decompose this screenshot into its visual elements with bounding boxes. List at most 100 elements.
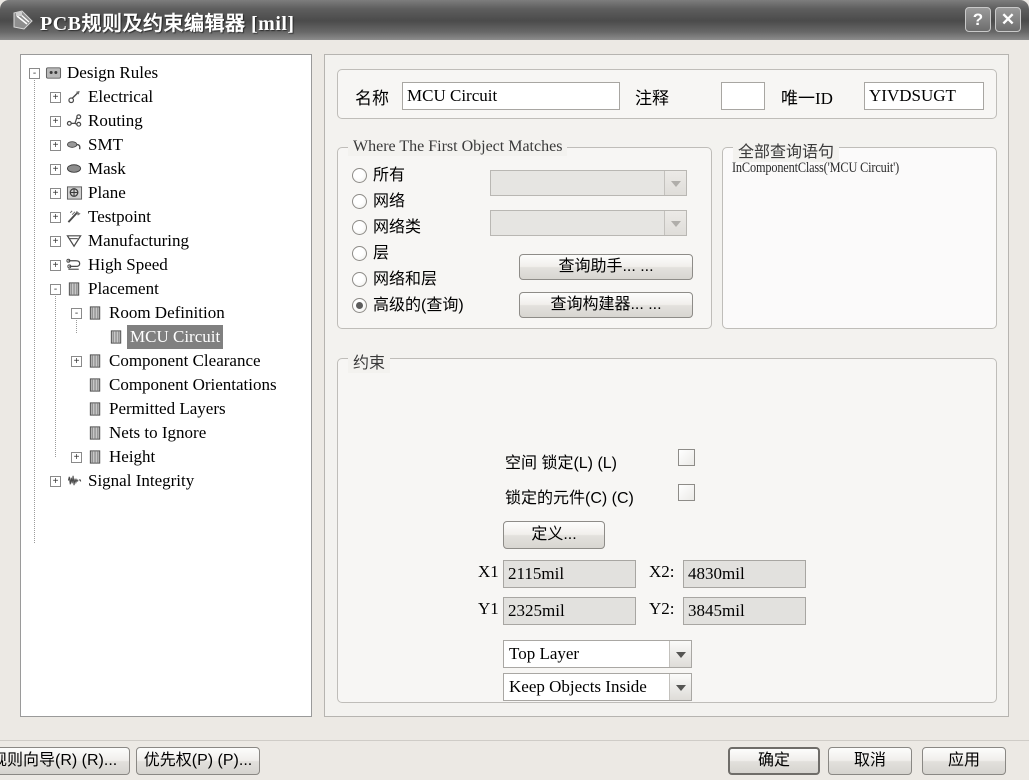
routing-icon [66, 114, 82, 127]
room-definition-icon [89, 306, 101, 320]
layer-combo[interactable]: Top Layer [503, 640, 692, 668]
tree-node-signal-integrity[interactable]: + Signal Integrity [21, 469, 311, 493]
chevron-down-icon[interactable] [664, 171, 686, 195]
keep-objects-combo[interactable]: Keep Objects Inside [503, 673, 692, 701]
radio-netclass-label: 网络类 [373, 219, 422, 236]
tree-node-room-definition[interactable]: - Room Definition [21, 301, 311, 325]
tree-node-plane[interactable]: + Plane [21, 181, 311, 205]
query-builder-button[interactable]: 查询构建器... ... [519, 292, 693, 318]
expand-icon[interactable]: + [50, 212, 61, 223]
tree-node-label: Room Definition [109, 303, 225, 322]
tree-node-high-speed[interactable]: + High Speed [21, 253, 311, 277]
tree-node-design-rules[interactable]: - Design Rules [21, 61, 311, 85]
cancel-button[interactable]: 取消 [828, 747, 912, 775]
close-button[interactable]: ✕ [995, 7, 1021, 32]
lock-components-checkbox[interactable] [678, 484, 695, 501]
expand-icon[interactable]: + [50, 188, 61, 199]
radio-all[interactable] [352, 168, 367, 183]
x1-input[interactable]: 2115mil [503, 560, 636, 588]
help-button[interactable]: ? [965, 7, 991, 32]
tree-node-smt[interactable]: + SMT [21, 133, 311, 157]
tree-node-label: Nets to Ignore [109, 423, 207, 442]
radio-netclass[interactable] [352, 220, 367, 235]
tree-node-mask[interactable]: + Mask [21, 157, 311, 181]
object-match-caption: Where The First Object Matches [348, 138, 568, 156]
tree-node-label: Routing [88, 111, 143, 130]
name-input[interactable]: MCU Circuit [402, 82, 620, 110]
rule-icon [110, 330, 122, 344]
design-rules-icon [45, 67, 62, 79]
tree-node-component-clearance[interactable]: + Component Clearance [21, 349, 311, 373]
tree-node-electrical[interactable]: + Electrical [21, 85, 311, 109]
expand-icon[interactable]: + [50, 236, 61, 247]
expand-icon[interactable]: + [71, 452, 82, 463]
tree-node-label: Height [109, 447, 156, 466]
rules-tree-panel[interactable]: - Design Rules + Electrical + Routing + SMT + Mas… [20, 54, 312, 717]
object-match-group: Where The First Object Matches 所有 网络 网络类… [337, 138, 712, 329]
tree-node-height[interactable]: + Height [21, 445, 311, 469]
chevron-down-icon[interactable] [664, 211, 686, 235]
x2-label: X2: [649, 562, 675, 581]
priorities-button[interactable]: 优先权(P) (P)... [136, 747, 260, 775]
mask-icon [66, 164, 82, 173]
tree-node-component-orientations[interactable]: Component Orientations [21, 373, 311, 397]
chevron-down-icon[interactable] [669, 674, 691, 700]
tree-node-label: Placement [88, 279, 159, 298]
radio-layer-label: 层 [373, 245, 390, 262]
tree-node-routing[interactable]: + Routing [21, 109, 311, 133]
tree-node-testpoint[interactable]: + Testpoint [21, 205, 311, 229]
tree-node-mcu-circuit[interactable]: MCU Circuit [21, 325, 311, 349]
smt-icon [66, 141, 81, 150]
rule-wizard-button[interactable]: 规则向导(R) (R)... [0, 747, 130, 775]
expand-icon[interactable]: + [50, 476, 61, 487]
radio-all-label: 所有 [373, 167, 406, 184]
tree-node-label: SMT [88, 135, 123, 154]
lock-space-checkbox[interactable] [678, 449, 695, 466]
tree-node-label: Manufacturing [88, 231, 190, 250]
radio-advanced-query[interactable] [352, 298, 367, 313]
permitted-layers-icon [89, 402, 101, 416]
tree-node-label: Permitted Layers [109, 399, 226, 418]
define-button[interactable]: 定义... [503, 521, 605, 549]
lock-components-label: 锁定的元件(C) (C) [505, 490, 634, 507]
radio-net-and-layer[interactable] [352, 272, 367, 287]
y2-input[interactable]: 3845mil [683, 597, 806, 625]
unique-id-input[interactable]: YIVDSUGT [864, 82, 984, 110]
signal-integrity-icon [67, 475, 82, 486]
expand-icon[interactable]: + [50, 164, 61, 175]
y1-input[interactable]: 2325mil [503, 597, 636, 625]
chevron-down-icon[interactable] [669, 641, 691, 667]
constraints-group: 约束 空间 锁定(L) (L) 锁定的元件(C) (C) 定义... X1 21… [337, 349, 997, 703]
footer-bar: 规则向导(R) (R)... 优先权(P) (P)... 确定 取消 应用 [0, 740, 1029, 780]
tree-node-permitted-layers[interactable]: Permitted Layers [21, 397, 311, 421]
radio-layer[interactable] [352, 246, 367, 261]
collapse-icon[interactable]: - [71, 308, 82, 319]
tree-node-label: Plane [88, 183, 126, 202]
apply-button[interactable]: 应用 [922, 747, 1006, 775]
testpoint-icon [67, 210, 81, 223]
name-label: 名称 [355, 89, 389, 108]
query-helper-button[interactable]: 查询助手... ... [519, 254, 693, 280]
expand-icon[interactable]: + [50, 260, 61, 271]
tree-node-nets-to-ignore[interactable]: Nets to Ignore [21, 421, 311, 445]
collapse-icon[interactable]: - [29, 68, 40, 79]
constraints-caption: 约束 [348, 349, 391, 373]
net-combo[interactable] [490, 170, 687, 196]
expand-icon[interactable]: + [50, 140, 61, 151]
unique-id-label: 唯一ID [781, 89, 833, 108]
collapse-icon[interactable]: - [50, 284, 61, 295]
rule-editor-panel: 名称 MCU Circuit 注释 唯一ID YIVDSUGT Where Th… [324, 54, 1009, 717]
tree-node-label: Electrical [88, 87, 154, 106]
radio-net[interactable] [352, 194, 367, 209]
comment-input[interactable] [721, 82, 765, 110]
tree-node-manufacturing[interactable]: + Manufacturing [21, 229, 311, 253]
netclass-combo[interactable] [490, 210, 687, 236]
expand-icon[interactable]: + [50, 92, 61, 103]
x2-input[interactable]: 4830mil [683, 560, 806, 588]
ok-button[interactable]: 确定 [728, 747, 820, 775]
full-query-text[interactable]: InComponentClass('MCU Circuit') [732, 160, 899, 177]
expand-icon[interactable]: + [71, 356, 82, 367]
expand-icon[interactable]: + [50, 116, 61, 127]
tree-node-placement[interactable]: - Placement [21, 277, 311, 301]
full-query-group: 全部查询语句 InComponentClass('MCU Circuit') [722, 138, 997, 329]
